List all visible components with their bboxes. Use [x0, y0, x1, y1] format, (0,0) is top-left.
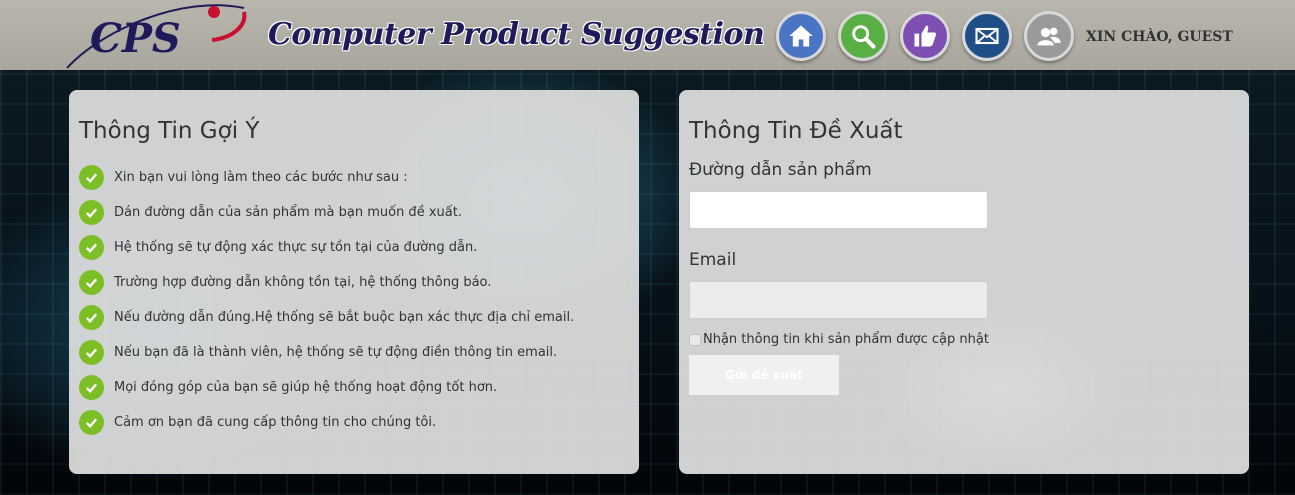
- svg-text:CPS: CPS: [90, 15, 181, 62]
- step-text: Nếu đường dẫn đúng.Hệ thống sẽ bắt buộc …: [114, 310, 575, 325]
- mail-icon: [975, 27, 999, 45]
- subscribe-label: Nhận thông tin khi sản phẩm được cập nhậ…: [703, 332, 989, 347]
- thumbs-up-icon: [914, 25, 937, 47]
- check-icon: [79, 340, 104, 365]
- check-icon: [79, 200, 104, 225]
- home-icon: [789, 25, 813, 47]
- step-text: Mọi đóng góp của bạn sẽ giúp hệ thống ho…: [114, 380, 498, 395]
- site-header: CPS Computer Product Suggestion XIN CHÀO…: [0, 0, 1295, 70]
- submit-suggestion-button[interactable]: Gửi đề xuất: [689, 355, 839, 395]
- user-button[interactable]: [1024, 11, 1074, 61]
- search-button[interactable]: [838, 11, 888, 61]
- list-item: Trường hợp đường dẫn không tồn tại, hệ t…: [79, 265, 574, 300]
- step-text: Trường hợp đường dẫn không tồn tại, hệ t…: [114, 275, 492, 290]
- email-field[interactable]: [689, 281, 988, 319]
- list-item: Hệ thống sẽ tự động xác thực sự tồn tại …: [79, 230, 574, 265]
- step-text: Hệ thống sẽ tự động xác thực sự tồn tại …: [114, 240, 478, 255]
- step-text: Nếu bạn đã là thành viên, hệ thống sẽ tự…: [114, 345, 558, 360]
- list-item: Xin bạn vui lòng làm theo các bước như s…: [79, 160, 574, 195]
- info-panel: Thông Tin Gợi Ý Xin bạn vui lòng làm the…: [69, 90, 639, 474]
- instruction-list: Xin bạn vui lòng làm theo các bước như s…: [79, 160, 574, 440]
- search-icon: [852, 25, 876, 49]
- check-icon: [79, 165, 104, 190]
- product-url-input[interactable]: [689, 191, 988, 229]
- suggest-button[interactable]: [900, 11, 950, 61]
- site-title: Computer Product Suggestion: [268, 17, 765, 52]
- check-icon: [79, 270, 104, 295]
- subscribe-checkbox[interactable]: [689, 333, 701, 346]
- product-url-label: Đường dẫn sản phẩm: [689, 160, 872, 180]
- check-icon: [79, 305, 104, 330]
- check-icon: [79, 375, 104, 400]
- step-text: Cảm ơn bạn đã cung cấp thông tin cho chú…: [114, 415, 437, 430]
- email-label: Email: [689, 250, 737, 270]
- check-icon: [79, 410, 104, 435]
- cps-logo[interactable]: CPS: [62, 0, 252, 70]
- list-item: Dán đường dẫn của sản phẩm mà bạn muốn đ…: [79, 195, 574, 230]
- step-text: Dán đường dẫn của sản phẩm mà bạn muốn đ…: [114, 205, 462, 220]
- suggestion-form-panel: Thông Tin Đề Xuất Đường dẫn sản phẩm Ema…: [679, 90, 1249, 474]
- check-icon: [79, 235, 104, 260]
- contact-button[interactable]: [962, 11, 1012, 61]
- step-text: Xin bạn vui lòng làm theo các bước như s…: [114, 170, 408, 185]
- form-panel-title: Thông Tin Đề Xuất: [689, 118, 903, 144]
- list-item: Nếu bạn đã là thành viên, hệ thống sẽ tự…: [79, 335, 574, 370]
- user-icon: [1037, 27, 1061, 46]
- list-item: Nếu đường dẫn đúng.Hệ thống sẽ bắt buộc …: [79, 300, 574, 335]
- home-button[interactable]: [776, 11, 826, 61]
- subscribe-row: Nhận thông tin khi sản phẩm được cập nhậ…: [689, 332, 989, 347]
- list-item: Mọi đóng góp của bạn sẽ giúp hệ thống ho…: [79, 370, 574, 405]
- info-panel-title: Thông Tin Gợi Ý: [79, 118, 260, 144]
- list-item: Cảm ơn bạn đã cung cấp thông tin cho chú…: [79, 405, 574, 440]
- greeting-text: XIN CHÀO, GUEST: [1086, 29, 1233, 45]
